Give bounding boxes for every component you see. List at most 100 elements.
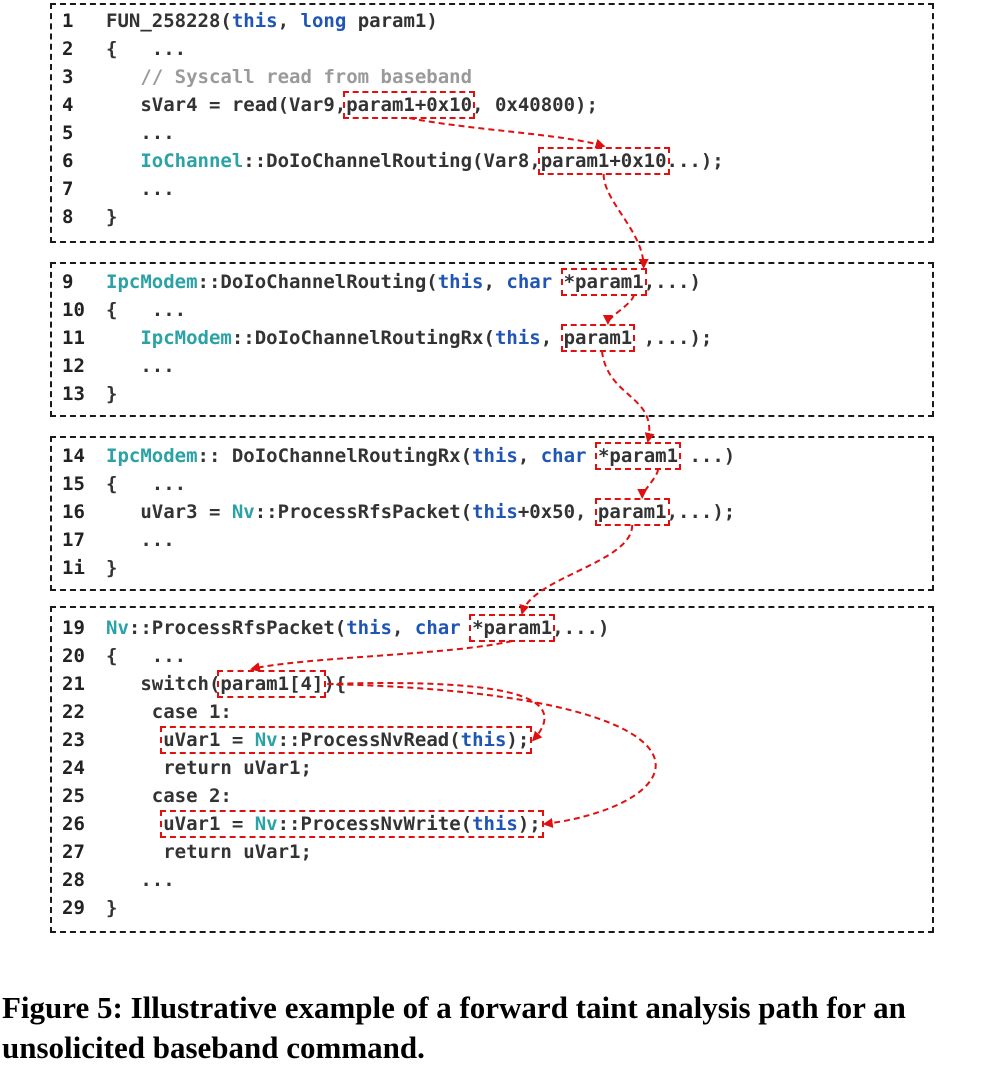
code-token: case 2:: [106, 785, 232, 807]
code-token: FUN_258228(: [106, 10, 232, 32]
code-token: param1): [346, 10, 438, 32]
tainted-expression-highlight: uVar1 = Nv::ProcessNvWrite(this);: [160, 810, 544, 838]
line-number: 21: [62, 673, 85, 695]
code-token: ,...);: [666, 501, 736, 523]
code-line-8: 8}: [62, 203, 117, 231]
code-token: { ...: [106, 473, 187, 495]
code-token: char: [414, 617, 461, 639]
code-token: );: [506, 729, 530, 751]
line-number: 9: [62, 271, 74, 293]
line-number: 29: [62, 897, 85, 919]
line-number: 24: [62, 757, 85, 779]
code-token: Nv: [254, 813, 278, 835]
code-token: switch(: [106, 673, 221, 695]
line-number: 25: [62, 785, 85, 807]
code-token: uVar1 =: [163, 729, 255, 751]
line-number: 23: [62, 729, 85, 751]
code-token: ,...): [643, 271, 701, 293]
code-token: ::DoIoChannelRouting(: [197, 271, 438, 293]
code-token: :: DoIoChannelRoutingRx(: [197, 445, 473, 467]
code-line-29: 29}: [62, 894, 117, 922]
tainted-expression-highlight: param1+0x10: [343, 91, 476, 119]
line-number: 1: [62, 10, 74, 32]
code-token: uVar1 =: [163, 813, 255, 835]
code-token: this: [472, 501, 518, 523]
code-token: sVar4 = read(Var9,: [106, 94, 347, 116]
code-line-17: 17 ...: [62, 526, 175, 554]
code-token: this: [494, 327, 541, 349]
code-token: *param1: [597, 445, 679, 467]
code-token: this: [437, 271, 484, 293]
code-line-12: 12 ...: [62, 352, 175, 380]
code-line-1: 1 FUN_258228(this, long param1): [62, 7, 438, 35]
code-token: this: [346, 617, 392, 639]
code-token: ,: [483, 271, 507, 293]
code-token: ::ProcessNvRead(: [277, 729, 461, 751]
code-token: ,: [540, 327, 564, 349]
code-token: ...: [106, 122, 175, 144]
code-token: this: [460, 729, 507, 751]
code-line-23: 23 uVar1 = Nv::ProcessNvRead(this);: [62, 726, 533, 754]
code-token: this: [472, 445, 518, 467]
code-line-4: 4 sVar4 = read(Var9,param1+0x10, 0x40800…: [62, 91, 598, 119]
code-line-1i: 1i}: [62, 554, 117, 582]
code-token: IpcModem: [106, 445, 198, 467]
line-number: 12: [62, 355, 85, 377]
figure-caption: Figure 5: Illustrative example of a forw…: [2, 990, 906, 1065]
line-number: 8: [62, 206, 74, 228]
code-token: ){: [323, 673, 347, 695]
code-token: return uVar1;: [106, 841, 312, 863]
tainted-expression-highlight: *param1: [560, 268, 647, 296]
code-token: long: [300, 10, 347, 32]
code-line-27: 27 return uVar1;: [62, 838, 312, 866]
code-token: // Syscall read from baseband: [106, 66, 473, 88]
code-line-21: 21 switch(param1[4]){: [62, 670, 346, 698]
tainted-expression-highlight: param1[4]: [217, 670, 327, 698]
code-token: { ...: [106, 38, 187, 60]
code-token: this: [472, 813, 518, 835]
code-line-26: 26 uVar1 = Nv::ProcessNvWrite(this);: [62, 810, 544, 838]
code-token: ...: [106, 529, 175, 551]
code-token: param1+0x10: [346, 94, 473, 116]
code-line-7: 7 ...: [62, 175, 175, 203]
code-token: ...): [678, 445, 736, 467]
tainted-expression-highlight: param1: [560, 324, 636, 352]
line-number: 3: [62, 66, 74, 88]
line-number: 2: [62, 38, 74, 60]
line-number: 6: [62, 150, 74, 172]
code-token: }: [106, 897, 118, 919]
code-line-13: 13}: [62, 380, 117, 408]
line-number: 20: [62, 645, 85, 667]
tainted-expression-highlight: param1: [594, 498, 670, 526]
line-number: 26: [62, 813, 85, 835]
code-line-9: 9 IpcModem::DoIoChannelRouting(this, char…: [62, 268, 701, 296]
code-token: );: [517, 813, 541, 835]
code-token: { ...: [106, 645, 187, 667]
code-token: ::DoIoChannelRoutingRx(: [231, 327, 495, 349]
line-number: 5: [62, 122, 74, 144]
code-token: IpcModem: [106, 271, 198, 293]
code-token: ,: [392, 617, 415, 639]
code-token: , 0x40800);: [472, 94, 598, 116]
code-token: ,: [277, 10, 301, 32]
code-line-11: 11 IpcModem::DoIoChannelRoutingRx(this, …: [62, 324, 712, 352]
code-token: param1: [563, 327, 633, 349]
code-line-20: 20 { ...: [62, 642, 186, 670]
code-token: +0x50,: [517, 501, 598, 523]
code-token: ...: [106, 178, 175, 200]
code-token: }: [106, 557, 118, 579]
code-token: ,: [517, 445, 541, 467]
code-token: *param1: [472, 617, 553, 639]
code-token: return uVar1;: [106, 757, 312, 779]
code-token: { ...: [106, 299, 187, 321]
code-line-28: 28 ...: [62, 866, 175, 894]
line-number: 11: [62, 327, 85, 349]
code-line-3: 3 // Syscall read from baseband: [62, 63, 472, 91]
